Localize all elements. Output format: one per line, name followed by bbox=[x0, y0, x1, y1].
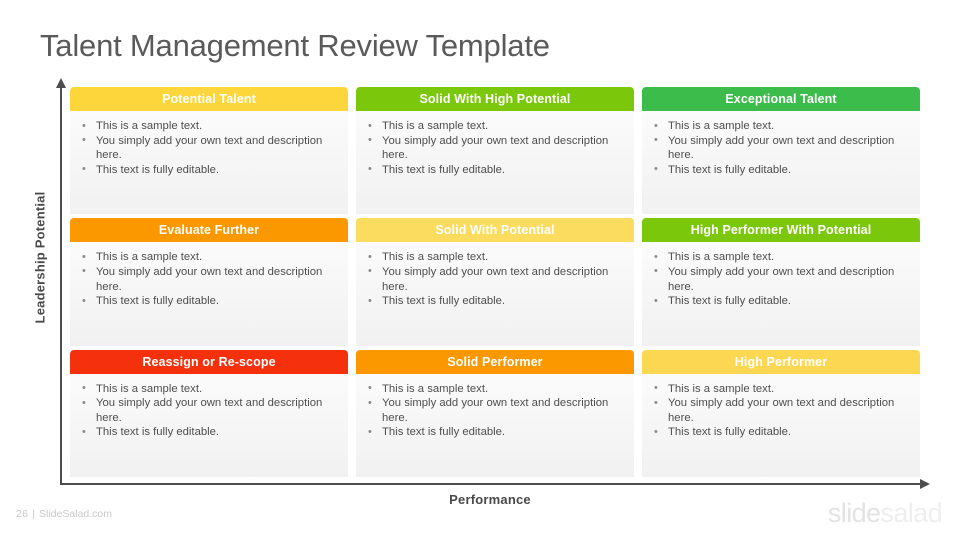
bullet-item: This is a sample text. bbox=[652, 250, 912, 265]
y-axis-label: Leadership Potential bbox=[32, 191, 48, 324]
bullet-item: You simply add your own text and descrip… bbox=[366, 133, 626, 163]
bullet-item: You simply add your own text and descrip… bbox=[80, 396, 340, 425]
bullet-item: You simply add your own text and descrip… bbox=[652, 133, 912, 163]
bullet-list: This is a sample text.You simply add you… bbox=[652, 119, 912, 177]
matrix-cell-body: This is a sample text.You simply add you… bbox=[356, 373, 634, 477]
bullet-item: This text is fully editable. bbox=[80, 294, 340, 309]
bullet-item: This text is fully editable. bbox=[652, 294, 912, 309]
matrix-cell-body: This is a sample text.You simply add you… bbox=[70, 111, 348, 215]
bullet-item: You simply add your own text and descrip… bbox=[80, 133, 340, 163]
matrix-cell[interactable]: Solid With Potential This is a sample tex… bbox=[356, 218, 634, 346]
bullet-list: This is a sample text.You simply add you… bbox=[80, 381, 340, 440]
matrix-cell-body: This is a sample text.You simply add you… bbox=[70, 242, 348, 346]
bullet-item: This text is fully editable. bbox=[652, 425, 912, 440]
footer-site-name: SlideSalad.com bbox=[39, 508, 112, 520]
bullet-item: This text is fully editable. bbox=[366, 162, 626, 178]
bullet-item: This is a sample text. bbox=[80, 250, 340, 265]
matrix-cell[interactable]: Solid Performer This is a sample text.You… bbox=[356, 349, 634, 477]
matrix-cell[interactable]: Potential Talent This is a sample text.Yo… bbox=[70, 87, 348, 215]
bullet-item: This text is fully editable. bbox=[80, 425, 340, 440]
bullet-item: You simply add your own text and descrip… bbox=[366, 396, 626, 425]
bullet-item: You simply add your own text and descrip… bbox=[652, 264, 912, 294]
matrix-cell-header: High Performer bbox=[642, 349, 920, 374]
matrix-cell-header: Solid With Potential bbox=[356, 218, 634, 243]
bullet-list: This is a sample text.You simply add you… bbox=[80, 250, 340, 308]
bullet-list: This is a sample text.You simply add you… bbox=[652, 381, 912, 440]
bullet-item: You simply add your own text and descrip… bbox=[366, 264, 626, 294]
bullet-item: This is a sample text. bbox=[366, 119, 626, 134]
matrix-cell[interactable]: High Performer This is a sample text.You … bbox=[642, 349, 920, 477]
matrix-cell-body: This is a sample text.You simply add you… bbox=[356, 111, 634, 215]
matrix-cell[interactable]: High Performer With Potential This is a s… bbox=[642, 218, 920, 346]
bullet-item: This text is fully editable. bbox=[366, 425, 626, 440]
logo-text-salad: salad bbox=[880, 498, 942, 528]
slidesalad-logo: slidesalad bbox=[827, 498, 943, 529]
bullet-item: This is a sample text. bbox=[80, 381, 340, 397]
bullet-list: This is a sample text.You simply add you… bbox=[652, 250, 912, 308]
bullet-item: You simply add your own text and descrip… bbox=[80, 264, 340, 294]
footer-credit: 26 | SlideSalad.com bbox=[16, 508, 112, 520]
bullet-item: This text is fully editable. bbox=[366, 294, 626, 309]
talent-matrix-grid: Potential TalentThis is a sample text.Yo… bbox=[70, 87, 920, 477]
matrix-cell-body: This is a sample text.You simply add you… bbox=[70, 373, 348, 477]
y-axis-arrow-icon bbox=[56, 78, 66, 88]
matrix-cell-body: This is a sample text.You simply add you… bbox=[642, 111, 920, 215]
bullet-list: This is a sample text.You simply add you… bbox=[366, 381, 626, 440]
bullet-item: This is a sample text. bbox=[366, 381, 626, 397]
x-axis-label: Performance bbox=[449, 492, 531, 507]
bullet-list: This is a sample text.You simply add you… bbox=[366, 250, 626, 308]
matrix-cell-header: Solid Performer bbox=[356, 349, 634, 374]
matrix-cell-body: This is a sample text.You simply add you… bbox=[642, 242, 920, 346]
bullet-item: This is a sample text. bbox=[366, 250, 626, 265]
bullet-list: This is a sample text.You simply add you… bbox=[366, 119, 626, 177]
logo-text-slide: slide bbox=[827, 498, 881, 528]
x-axis-arrow-icon bbox=[920, 479, 930, 489]
bullet-item: You simply add your own text and descrip… bbox=[652, 396, 912, 425]
matrix-cell-header: Reassign or Re-scope bbox=[70, 349, 348, 374]
matrix-cell-header: Exceptional Talent bbox=[642, 87, 920, 111]
slide-canvas: Talent Management Review Template Leader… bbox=[0, 0, 960, 540]
matrix-cell[interactable]: Evaluate Further This is a sample text.Yo… bbox=[70, 218, 348, 346]
matrix-cell[interactable]: Solid With High Potential This is a sampl… bbox=[356, 87, 634, 215]
x-axis-line bbox=[60, 483, 922, 485]
page-number: 26 bbox=[16, 508, 29, 520]
matrix-cell-header: Solid With High Potential bbox=[356, 87, 634, 111]
bullet-item: This text is fully editable. bbox=[80, 162, 340, 178]
footer-separator: | bbox=[32, 508, 36, 520]
bullet-list: This is a sample text.You simply add you… bbox=[80, 119, 340, 177]
matrix-cell-header: High Performer With Potential bbox=[642, 218, 920, 243]
bullet-item: This is a sample text. bbox=[652, 119, 912, 134]
bullet-item: This text is fully editable. bbox=[652, 162, 912, 178]
bullet-item: This is a sample text. bbox=[80, 119, 340, 134]
page-title: Talent Management Review Template bbox=[40, 28, 550, 63]
matrix-cell-body: This is a sample text.You simply add you… bbox=[642, 373, 920, 477]
matrix-cell[interactable]: Exceptional Talent This is a sample text.… bbox=[642, 87, 920, 215]
y-axis-line bbox=[60, 86, 62, 484]
matrix-cell-header: Evaluate Further bbox=[70, 218, 348, 243]
matrix-cell-body: This is a sample text.You simply add you… bbox=[356, 242, 634, 346]
bullet-item: This is a sample text. bbox=[652, 381, 912, 397]
matrix-cell[interactable]: Reassign or Re-scope This is a sample tex… bbox=[70, 349, 348, 477]
matrix-cell-header: Potential Talent bbox=[70, 87, 348, 111]
